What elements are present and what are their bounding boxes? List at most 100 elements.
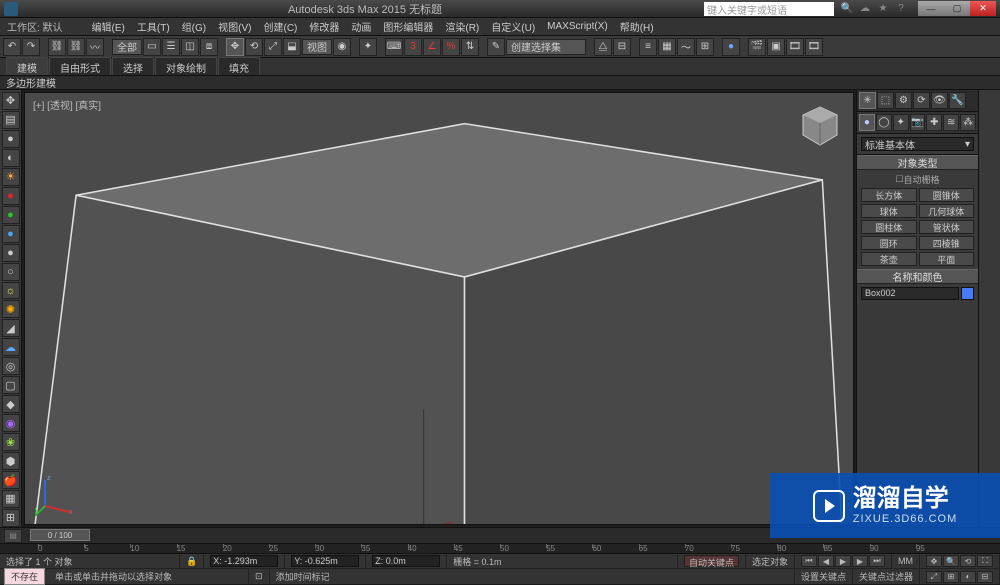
obj-cylinder-button[interactable]: 圆柱体 xyxy=(861,220,917,234)
coord-x-input[interactable] xyxy=(210,555,278,567)
bind-spacewarp-button[interactable]: 〰 xyxy=(86,38,104,56)
select-move-button[interactable]: ✥ xyxy=(226,38,244,56)
play-button[interactable]: ▶ xyxy=(835,555,851,567)
select-scale-button[interactable]: ⤢ xyxy=(264,38,282,56)
obj-cone-button[interactable]: 圆锥体 xyxy=(919,188,975,202)
object-type-rollout-header[interactable]: 对象类型 xyxy=(857,155,978,170)
setkey-button[interactable]: 设置关键点 xyxy=(795,569,853,584)
maximize-button[interactable]: ▢ xyxy=(944,1,970,16)
viewcube[interactable] xyxy=(795,101,845,151)
geometry-cat-icon[interactable]: ● xyxy=(859,114,875,131)
lt-green-sphere-icon[interactable]: ● xyxy=(2,206,20,224)
obj-sphere-button[interactable]: 球体 xyxy=(861,204,917,218)
zoom-extents-button[interactable]: ⤢ xyxy=(926,571,942,583)
select-manipulate-button[interactable]: ✦ xyxy=(359,38,377,56)
zoom-all-button[interactable]: ⊞ xyxy=(943,571,959,583)
lt-spiral-icon[interactable]: ◉ xyxy=(2,414,20,432)
obj-teapot-button[interactable]: 茶壶 xyxy=(861,252,917,266)
lights-cat-icon[interactable]: ✦ xyxy=(893,114,909,131)
lt-render-icon[interactable]: ◐ xyxy=(2,149,20,167)
menu-animation[interactable]: 动画 xyxy=(345,19,377,34)
lt-square-icon[interactable]: ▢ xyxy=(2,376,20,394)
layer-manager-button[interactable]: ≡ xyxy=(639,38,657,56)
pan-button[interactable]: ✥ xyxy=(926,555,942,567)
lt-sky-icon[interactable]: ☁ xyxy=(2,338,20,356)
menu-help[interactable]: 帮助(H) xyxy=(614,19,660,34)
obj-pyramid-button[interactable]: 四棱锥 xyxy=(919,236,975,250)
object-name-input[interactable]: Box002 xyxy=(861,287,959,300)
help-search-input[interactable]: 键入关键字或短语 xyxy=(704,2,834,16)
isolate-icon[interactable]: ⊡ xyxy=(249,569,270,584)
lt-selection-lock-icon[interactable]: ✥ xyxy=(2,92,20,110)
coord-z-input[interactable] xyxy=(372,555,440,567)
render-production-button[interactable]: 🎞 xyxy=(786,38,804,56)
zoom-button[interactable]: 🔍 xyxy=(943,555,959,567)
auto-grid-checkbox[interactable]: ☐ 自动栅格 xyxy=(861,173,974,186)
time-slider-handle[interactable]: 0 / 100 xyxy=(30,529,90,541)
lt-misc4-icon[interactable]: ⊞ xyxy=(2,509,20,527)
lt-misc3-icon[interactable]: ▦ xyxy=(2,490,20,508)
rendered-frame-button[interactable]: ▣ xyxy=(767,38,785,56)
menu-group[interactable]: 组(G) xyxy=(176,19,212,34)
name-color-rollout-header[interactable]: 名称和颜色 xyxy=(857,269,978,284)
menu-maxscript[interactable]: MAXScript(X) xyxy=(541,21,614,32)
fov-button[interactable]: ◐ xyxy=(960,571,976,583)
utilities-tab-icon[interactable]: 🔧 xyxy=(949,92,966,109)
undo-button[interactable]: ↶ xyxy=(3,38,21,56)
time-tag-prompt[interactable]: 添加时间标记 xyxy=(270,569,795,584)
refcoord-dropdown[interactable]: 视图 xyxy=(302,39,332,55)
lt-target-icon[interactable]: ◎ xyxy=(2,357,20,375)
lt-misc1-icon[interactable]: ◆ xyxy=(2,395,20,413)
mirror-button[interactable]: ⧋ xyxy=(594,38,612,56)
unlink-button[interactable]: ⛓ xyxy=(67,38,85,56)
shapes-cat-icon[interactable]: ◯ xyxy=(876,114,892,131)
favorites-icon[interactable]: ★ xyxy=(876,2,890,16)
lt-sun-icon[interactable]: ☼ xyxy=(2,282,20,300)
lt-white-sphere-icon[interactable]: ○ xyxy=(2,263,20,281)
select-rotate-button[interactable]: ⟲ xyxy=(245,38,263,56)
menu-modifiers[interactable]: 修改器 xyxy=(303,19,345,34)
link-button[interactable]: ⛓ xyxy=(48,38,66,56)
app-icon[interactable] xyxy=(4,2,18,16)
menu-customize[interactable]: 自定义(U) xyxy=(485,19,541,34)
ribbon-toggle-button[interactable]: ▦ xyxy=(658,38,676,56)
tab-object-paint[interactable]: 对象绘制 xyxy=(155,57,217,75)
cameras-cat-icon[interactable]: 📷 xyxy=(910,114,926,131)
goto-start-button[interactable]: ⏮ xyxy=(801,555,817,567)
angle-snap-button[interactable]: ∠ xyxy=(423,38,441,56)
prev-frame-button[interactable]: ◀ xyxy=(818,555,834,567)
lt-misc2-icon[interactable]: ⬢ xyxy=(2,452,20,470)
menu-create[interactable]: 创建(C) xyxy=(257,19,303,34)
maximize-vp-button[interactable]: ⛶ xyxy=(977,555,993,567)
axis-gizmo[interactable]: z x y xyxy=(35,472,79,516)
menu-rendering[interactable]: 渲染(R) xyxy=(439,19,485,34)
lt-apple-icon[interactable]: 🍎 xyxy=(2,471,20,489)
redo-button[interactable]: ↷ xyxy=(22,38,40,56)
create-tab-icon[interactable]: ✳ xyxy=(859,92,876,109)
named-selection-dropdown[interactable]: 创建选择集 xyxy=(506,39,586,55)
select-by-name-button[interactable]: ☰ xyxy=(162,38,180,56)
close-button[interactable]: ✕ xyxy=(970,1,996,16)
viewport[interactable]: [+] [透视] [真实] z x y xyxy=(24,92,854,525)
percent-snap-button[interactable]: % xyxy=(442,38,460,56)
lt-grey-sphere-icon[interactable]: ● xyxy=(2,244,20,262)
obj-tube-button[interactable]: 管状体 xyxy=(919,220,975,234)
autokey-button[interactable]: 自动关键点 xyxy=(678,554,746,568)
help-icon[interactable]: ? xyxy=(894,2,908,16)
lt-light-icon[interactable]: ☀ xyxy=(2,168,20,186)
workspace-label[interactable]: 工作区: 默认 xyxy=(4,19,66,34)
viewport-label[interactable]: [+] [透视] [真实] xyxy=(33,97,101,112)
obj-torus-button[interactable]: 圆环 xyxy=(861,236,917,250)
helpers-cat-icon[interactable]: ✚ xyxy=(926,114,942,131)
obj-plane-button[interactable]: 平面 xyxy=(919,252,975,266)
menu-edit[interactable]: 编辑(E) xyxy=(86,19,131,34)
time-ruler[interactable]: 05 1015 2025 3035 4045 5055 6065 7075 80… xyxy=(0,543,1000,553)
hierarchy-tab-icon[interactable]: ⚙ xyxy=(895,92,912,109)
select-object-button[interactable]: ▭ xyxy=(143,38,161,56)
lt-spot-icon[interactable]: ◢ xyxy=(2,319,20,337)
obj-box-button[interactable]: 长方体 xyxy=(861,188,917,202)
lt-blue-sphere-icon[interactable]: ● xyxy=(2,225,20,243)
align-button[interactable]: ⊟ xyxy=(613,38,631,56)
window-crossing-button[interactable]: ⧈ xyxy=(200,38,218,56)
tab-freeform[interactable]: 自由形式 xyxy=(49,57,111,75)
